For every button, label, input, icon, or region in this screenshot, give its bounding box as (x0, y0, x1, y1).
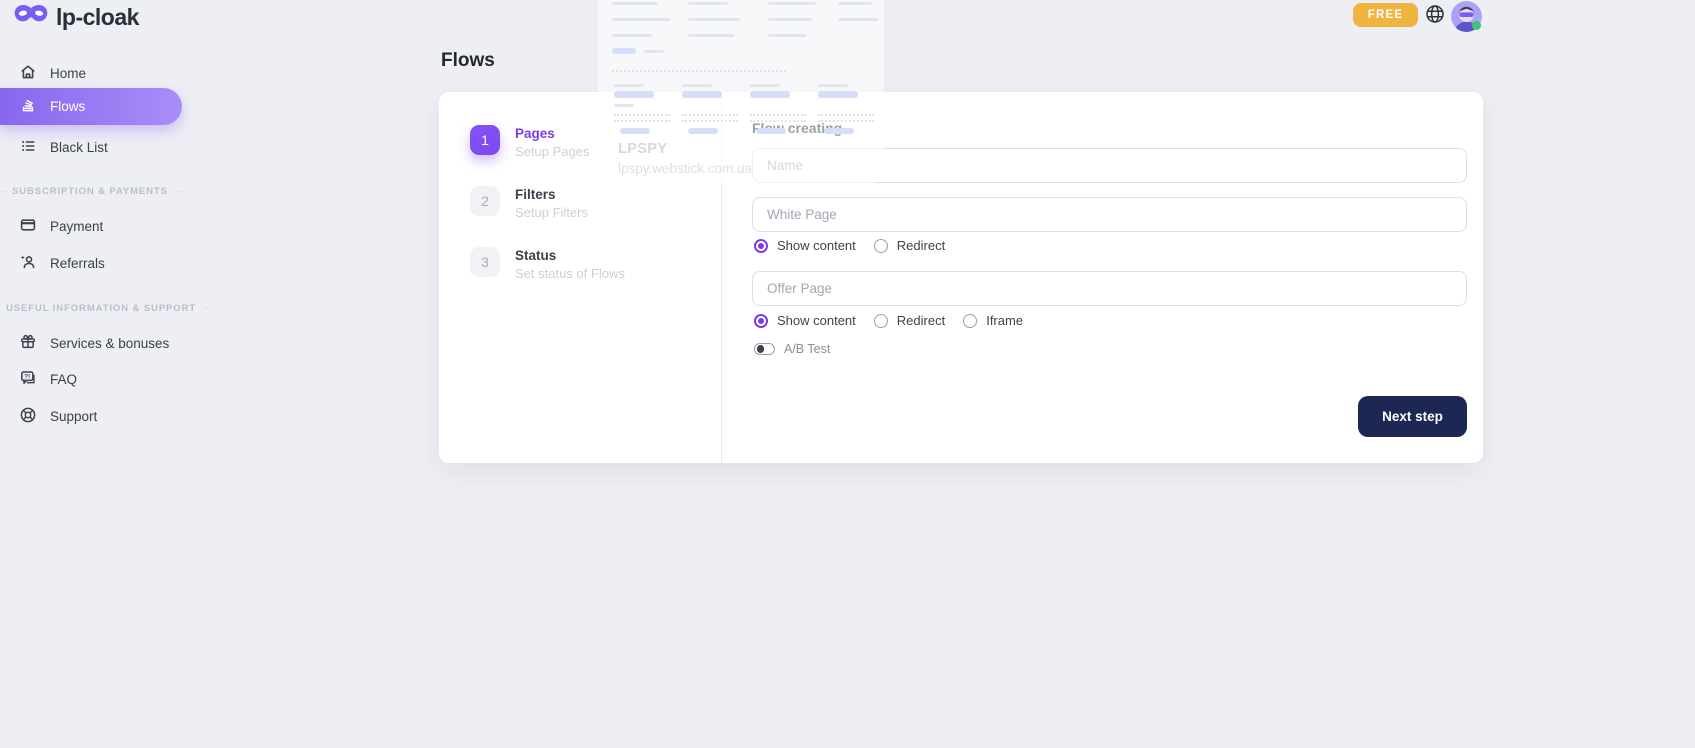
gift-icon (19, 333, 37, 354)
flow-name-input[interactable] (752, 148, 1467, 183)
page-title: Flows (441, 50, 495, 72)
app-logo[interactable]: lp-cloak (14, 3, 139, 31)
step-pages[interactable]: 1 Pages Setup Pages (470, 125, 589, 159)
radio-unselected-icon (874, 239, 888, 253)
step-number-badge: 1 (470, 125, 500, 155)
home-icon (19, 63, 37, 84)
bulleted-list-icon (19, 137, 37, 158)
step-status[interactable]: 3 Status Set status of Flows (470, 247, 625, 281)
language-globe-icon[interactable] (1425, 4, 1445, 24)
sidebar-item-label: FAQ (50, 372, 77, 387)
user-avatar[interactable] (1451, 1, 1482, 32)
step-number-badge: 2 (470, 186, 500, 216)
sidebar-item-flows[interactable]: Flows (0, 88, 182, 125)
ab-test-label: A/B Test (784, 342, 830, 356)
flow-creating-card: 1 Pages Setup Pages 2 Filters Setup Filt… (439, 92, 1483, 463)
person-star-icon (19, 253, 37, 274)
step-subtitle: Setup Filters (515, 205, 588, 220)
mask-logo-icon (14, 3, 48, 31)
sidebar-item-payment[interactable]: Payment (0, 213, 182, 239)
step-subtitle: Setup Pages (515, 144, 589, 159)
step-subtitle: Set status of Flows (515, 266, 625, 281)
radio-unselected-icon (874, 314, 888, 328)
card-divider (721, 92, 722, 463)
form-title: Flow creating (752, 120, 842, 136)
sidebar-item-label: Home (50, 66, 86, 81)
white-page-redirect-radio[interactable]: Redirect (874, 238, 945, 253)
sidebar-item-black-list[interactable]: Black List (0, 134, 182, 160)
chat-question-icon: ?! (19, 369, 37, 390)
credit-card-icon (19, 216, 37, 237)
offer-page-iframe-radio[interactable]: Iframe (963, 313, 1023, 328)
sidebar-item-services-bonuses[interactable]: Services & bonuses (0, 330, 182, 356)
online-status-dot (1472, 21, 1481, 30)
sidebar-item-home[interactable]: Home (0, 60, 182, 86)
sidebar-section-header: SUBSCRIPTION & PAYMENTS (0, 186, 182, 197)
step-filters[interactable]: 2 Filters Setup Filters (470, 186, 588, 220)
sidebar-item-support[interactable]: Support (0, 403, 182, 429)
white-page-show-content-radio[interactable]: Show content (754, 238, 856, 253)
offer-page-mode-radios: Show content Redirect Iframe (754, 313, 1023, 328)
ab-test-row: A/B Test (754, 342, 830, 356)
sidebar-item-label: Services & bonuses (50, 336, 169, 351)
next-step-button[interactable]: Next step (1358, 396, 1467, 437)
app-title: lp-cloak (56, 4, 139, 31)
sidebar-item-label: Referrals (50, 256, 105, 271)
step-number-badge: 3 (470, 247, 500, 277)
flows-stack-icon (19, 96, 37, 117)
step-title: Status (515, 247, 625, 263)
ab-test-toggle[interactable] (754, 343, 775, 355)
radio-unselected-icon (963, 314, 977, 328)
step-title: Pages (515, 125, 589, 141)
sidebar-item-label: Flows (50, 99, 85, 114)
sidebar-item-label: Support (50, 409, 97, 424)
app-root: lp-cloak Home F (0, 0, 1695, 748)
svg-text:?!: ?! (24, 373, 30, 380)
white-page-mode-radios: Show content Redirect (754, 238, 945, 253)
offer-page-show-content-radio[interactable]: Show content (754, 313, 856, 328)
step-title: Filters (515, 186, 588, 202)
plan-free-badge[interactable]: FREE (1353, 3, 1418, 27)
white-page-input[interactable] (752, 197, 1467, 232)
sidebar: lp-cloak Home F (0, 0, 196, 748)
radio-selected-icon (754, 239, 768, 253)
toggle-knob (757, 345, 765, 353)
offer-page-input[interactable] (752, 271, 1467, 306)
sidebar-item-referrals[interactable]: Referrals (0, 250, 182, 276)
radio-selected-icon (754, 314, 768, 328)
sidebar-item-label: Black List (50, 140, 108, 155)
sidebar-item-faq[interactable]: ?! FAQ (0, 366, 182, 392)
sidebar-section-header: USEFUL INFORMATION & SUPPORT (0, 303, 182, 314)
offer-page-redirect-radio[interactable]: Redirect (874, 313, 945, 328)
lifebuoy-icon (19, 406, 37, 427)
sidebar-item-label: Payment (50, 219, 103, 234)
